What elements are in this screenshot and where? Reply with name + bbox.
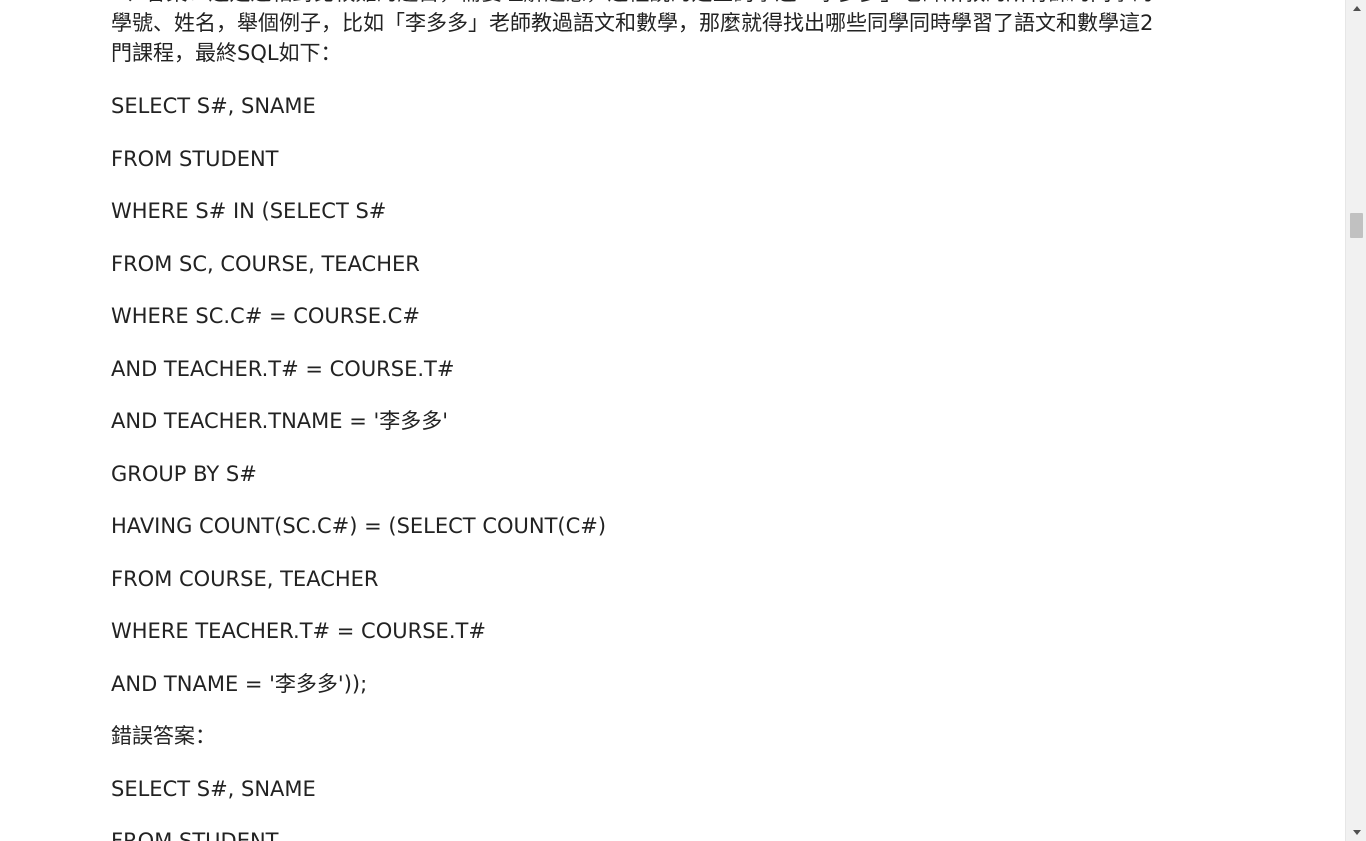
chevron-up-icon: [1352, 6, 1361, 11]
article-content: 7、答案：這是道相對比較難的題目，需要理解題意，這裡說的是查詢學過「李多多」老師…: [111, 0, 1231, 841]
scroll-down-button[interactable]: [1346, 824, 1366, 841]
sql-line: WHERE TEACHER.T# = COURSE.T#: [111, 619, 486, 643]
sql-line: SELECT S#, SNAME: [111, 776, 316, 801]
scroll-up-button[interactable]: [1346, 0, 1366, 17]
sql-line: GROUP BY S#: [111, 461, 257, 486]
sql-line: AND TEACHER.T# = COURSE.T#: [111, 356, 455, 381]
wrong-answer-heading: 錯誤答案：: [111, 724, 216, 748]
intro-text-line-1: 7、答案：這是道相對比較難的題目，需要理解題意，這裡說的是查詢學過「李多多」老師…: [111, 0, 1231, 8]
sql-line: SELECT S#, SNAME: [111, 94, 316, 118]
intro-text-line-3: 門課程，最終SQL如下：: [111, 41, 342, 65]
sql-line: FROM SC, COURSE, TEACHER: [111, 251, 420, 276]
sql-line: FROM STUDENT: [111, 146, 279, 171]
chevron-down-icon: [1352, 830, 1361, 835]
sql-line: WHERE S# IN (SELECT S#: [111, 199, 387, 223]
scrollbar-thumb[interactable]: [1350, 212, 1363, 238]
sql-line: AND TEACHER.TNAME = '李多多': [111, 409, 449, 433]
sql-line: FROM STUDENT: [111, 829, 279, 841]
sql-line: FROM COURSE, TEACHER: [111, 566, 379, 591]
intro-text-line-2: 學號、姓名，舉個例子，比如「李多多」老師教過語文和數學，那麼就得找出哪些同學同時…: [111, 11, 1154, 35]
vertical-scrollbar[interactable]: [1345, 0, 1366, 841]
sql-line: WHERE SC.C# = COURSE.C#: [111, 304, 420, 328]
sql-line: AND TNAME = '李多多'));: [111, 671, 368, 696]
sql-line: HAVING COUNT(SC.C#) = (SELECT COUNT(C#): [111, 514, 607, 538]
